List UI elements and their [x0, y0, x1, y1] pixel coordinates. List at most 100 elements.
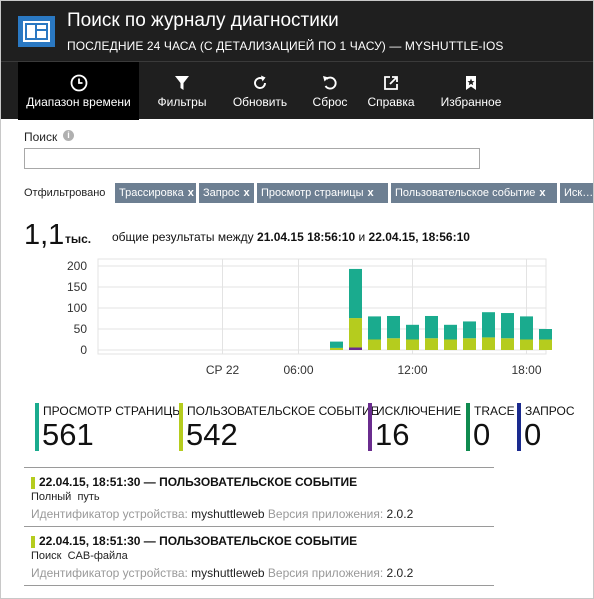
filter-chip-request[interactable]: Запрос x: [199, 183, 254, 203]
reset-button[interactable]: Сброс: [303, 62, 357, 120]
chart-bar-segment: [501, 313, 514, 339]
chart-bar-segment: [349, 318, 362, 348]
x-tick-label: СР 22: [206, 363, 240, 377]
device-id-label: Идентификатор устройства:: [31, 566, 188, 580]
app-version-label: Версия приложения:: [267, 566, 384, 580]
total-results-value: 1,1: [24, 219, 65, 251]
filtered-label: Отфильтровано: [24, 187, 106, 199]
filters-label: Фильтры: [157, 95, 207, 109]
chart-bar-segment: [368, 316, 381, 340]
category-name: ЗАПРОС: [525, 404, 575, 418]
search-label: Поиск: [24, 130, 58, 144]
chart-bar-segment: [482, 337, 495, 350]
search-input[interactable]: [24, 148, 480, 169]
blade-title: Поиск по журналу диагностики: [67, 10, 339, 31]
filter-chip-label: Иск…: [564, 187, 593, 199]
app-version-value: 2.0.2: [386, 507, 414, 521]
favorites-button[interactable]: Избранное: [434, 62, 508, 120]
info-icon[interactable]: i: [63, 130, 74, 141]
filter-chip-label: Пользовательское событие: [395, 187, 536, 199]
chart-bar-segment: [349, 268, 362, 319]
command-bar: Диапазон времени Фильтры Обновить Сброс …: [1, 61, 593, 120]
chart-bar-segment: [387, 338, 400, 350]
remove-filter-icon[interactable]: x: [188, 187, 194, 199]
x-tick-label: 06:00: [283, 363, 313, 377]
event-item[interactable]: 22.04.15, 18:51:30 — ПОЛЬЗОВАТЕЛЬСКОЕ СО…: [24, 534, 494, 590]
chart-bar-segment: [501, 338, 514, 350]
clock-icon: [18, 73, 139, 93]
remove-filter-icon[interactable]: x: [539, 187, 545, 199]
refresh-button[interactable]: Обновить: [225, 62, 295, 120]
category-name: TRACE: [474, 404, 515, 418]
help-button[interactable]: Справка: [362, 62, 420, 120]
filter-chip-trace[interactable]: Трассировка x: [115, 183, 196, 203]
category-color-bar: [368, 403, 372, 451]
category-count: 0: [524, 417, 542, 452]
filter-chip-label: Трассировка: [119, 187, 184, 199]
event-item[interactable]: 22.04.15, 18:51:30 — ПОЛЬЗОВАТЕЛЬСКОЕ СО…: [24, 475, 494, 531]
results-chart-svg: 200 150 100 50 0 СР 22 06:00 12:00 18:00: [67, 258, 552, 377]
results-chart[interactable]: 200 150 100 50 0 СР 22 06:00 12:00 18:00: [1, 251, 593, 381]
time-range-button[interactable]: Диапазон времени: [18, 62, 139, 120]
remove-filter-icon[interactable]: x: [368, 187, 374, 199]
favorites-label: Избранное: [440, 95, 502, 109]
chart-bar-segment: [539, 339, 552, 350]
total-results-unit: тыс.: [65, 232, 92, 246]
y-tick-label: 100: [67, 301, 87, 315]
category-page-view[interactable]: ПРОСМОТР СТРАНИЦЫ 561: [35, 403, 183, 452]
event-type-marker: [31, 477, 35, 489]
filter-chip-custom-event[interactable]: Пользовательское событие x: [391, 183, 557, 203]
chart-bar-segment: [520, 339, 533, 350]
divider: [24, 467, 494, 468]
filter-chip-page-view[interactable]: Просмотр страницы x: [257, 183, 388, 203]
y-tick-label: 0: [80, 343, 87, 357]
chart-bar-segment: [539, 329, 552, 340]
y-tick-label: 150: [67, 280, 87, 294]
refresh-icon: [225, 73, 295, 93]
event-detail: Поиск CAB-файла: [31, 550, 128, 562]
app-version-label: Версия приложения:: [267, 507, 384, 521]
category-trace[interactable]: TRACE 0: [466, 403, 515, 452]
chart-bar-segment: [425, 315, 438, 339]
help-label: Справка: [367, 95, 415, 109]
category-custom-event[interactable]: ПОЛЬЗОВАТЕЛЬСКОЕ СОБЫТИЕ 542: [179, 403, 379, 452]
divider: [24, 526, 494, 527]
divider: [24, 585, 494, 586]
filters-button[interactable]: Фильтры: [147, 62, 217, 120]
results-range-from: 21.04.15 18:56:10: [257, 230, 356, 244]
results-range-conj: и: [358, 230, 366, 244]
y-tick-label: 200: [67, 259, 87, 273]
diagnostic-search-blade: Поиск по журналу диагностики ПОСЛЕДНИЕ 2…: [0, 0, 594, 599]
category-count: 0: [473, 417, 491, 452]
chart-bar-segment: [349, 347, 362, 350]
category-color-bar: [179, 403, 183, 451]
chart-bar-segment: [463, 338, 476, 350]
device-id-value: myshuttleweb: [191, 566, 265, 580]
event-detail: Полный путь: [31, 491, 100, 503]
chart-bar-segment: [463, 321, 476, 339]
filter-chip-exception[interactable]: Иск…: [560, 183, 593, 203]
category-request[interactable]: ЗАПРОС 0: [517, 403, 587, 452]
chart-bar-segment: [368, 339, 381, 350]
chart-bar-segment: [444, 324, 457, 340]
results-range-text: общие результаты между 21.04.15 18:56:10…: [112, 230, 470, 244]
chart-bar-segment: [482, 312, 495, 338]
refresh-label: Обновить: [232, 95, 288, 109]
external-link-icon: [362, 73, 420, 93]
results-range-to: 22.04.15, 18:56:10: [368, 230, 470, 244]
category-color-bar: [35, 403, 39, 451]
chart-bar-segment: [520, 316, 533, 340]
event-meta: Идентификатор устройства: myshuttleweb В…: [31, 507, 413, 521]
blade-subtitle: ПОСЛЕДНИЕ 24 ЧАСА (С ДЕТАЛИЗАЦИЕЙ ПО 1 Ч…: [67, 39, 504, 53]
blade-header: Поиск по журналу диагностики ПОСЛЕДНИЕ 2…: [1, 1, 593, 120]
chart-bar-segment: [444, 339, 457, 350]
x-tick-label: 18:00: [511, 363, 541, 377]
event-title: 22.04.15, 18:51:30 — ПОЛЬЗОВАТЕЛЬСКОЕ СО…: [39, 534, 358, 548]
app-logo-icon: [18, 16, 55, 47]
undo-icon: [303, 73, 357, 93]
remove-filter-icon[interactable]: x: [243, 187, 249, 199]
reset-label: Сброс: [312, 95, 348, 109]
results-range-prefix: общие результаты между: [112, 230, 254, 244]
category-exception[interactable]: ИСКЛЮЧЕНИЕ 16: [368, 403, 463, 452]
event-meta: Идентификатор устройства: myshuttleweb В…: [31, 566, 413, 580]
